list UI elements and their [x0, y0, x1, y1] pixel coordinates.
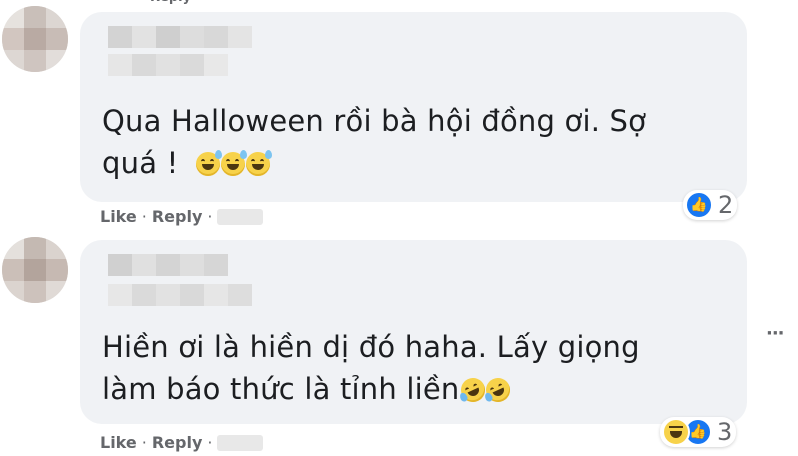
reaction-count: 2: [718, 191, 734, 219]
separator: ·: [207, 207, 213, 226]
separator: ·: [207, 433, 213, 452]
separator: ·: [141, 433, 147, 452]
reaction-summary[interactable]: 👍 3: [660, 417, 737, 447]
like-button[interactable]: Like: [100, 207, 137, 226]
comment-text: Hiền ơi là hiền dị đó haha. Lấy giọng là…: [102, 326, 640, 410]
reaction-summary[interactable]: 👍 2: [683, 190, 738, 220]
grinning-sweat-emoji: [195, 150, 222, 176]
comment-bubble: Hiền ơi là hiền dị đó haha. Lấy giọng là…: [80, 240, 747, 424]
comment-text: Qua Halloween rồi bà hội đồng ơi. Sợ quá…: [102, 100, 646, 184]
comment-bubble: Qua Halloween rồi bà hội đồng ơi. Sợ quá…: [80, 12, 747, 202]
rolling-laughing-emoji: [456, 374, 489, 406]
comment-line: Qua Halloween rồi bà hội đồng ơi. Sợ: [102, 104, 647, 138]
grinning-sweat-emoji: [245, 150, 272, 176]
avatar[interactable]: [2, 6, 68, 72]
haha-reaction-icon: [662, 418, 690, 446]
timestamp[interactable]: [217, 208, 264, 225]
rolling-laughing-emoji: [481, 374, 514, 406]
reply-button[interactable]: Reply: [152, 207, 203, 226]
like-reaction-icon: 👍: [685, 191, 713, 219]
previous-comment-fragment: Reply: [150, 0, 210, 4]
avatar[interactable]: [2, 237, 68, 303]
author-subline: [108, 284, 252, 306]
separator: ·: [141, 207, 147, 226]
author-name[interactable]: [108, 254, 228, 276]
grinning-sweat-emoji: [220, 150, 247, 176]
timestamp[interactable]: [217, 434, 264, 451]
reaction-count: 3: [717, 418, 733, 446]
comment-line-text: làm báo thức là tỉnh liền: [102, 372, 460, 406]
comment-actions: Like · Reply ·: [100, 433, 264, 452]
comment-line: quá !: [102, 142, 646, 184]
author-subline: [108, 54, 228, 76]
like-button[interactable]: Like: [100, 433, 137, 452]
comment-actions: Like · Reply ·: [100, 207, 264, 226]
author-name[interactable]: [108, 26, 252, 48]
comment-line: làm báo thức là tỉnh liền: [102, 368, 640, 410]
comment-line-text: quá !: [102, 146, 179, 180]
reply-button[interactable]: Reply: [152, 433, 203, 452]
more-options-icon[interactable]: ···: [766, 323, 784, 344]
comment-line: Hiền ơi là hiền dị đó haha. Lấy giọng: [102, 330, 640, 364]
